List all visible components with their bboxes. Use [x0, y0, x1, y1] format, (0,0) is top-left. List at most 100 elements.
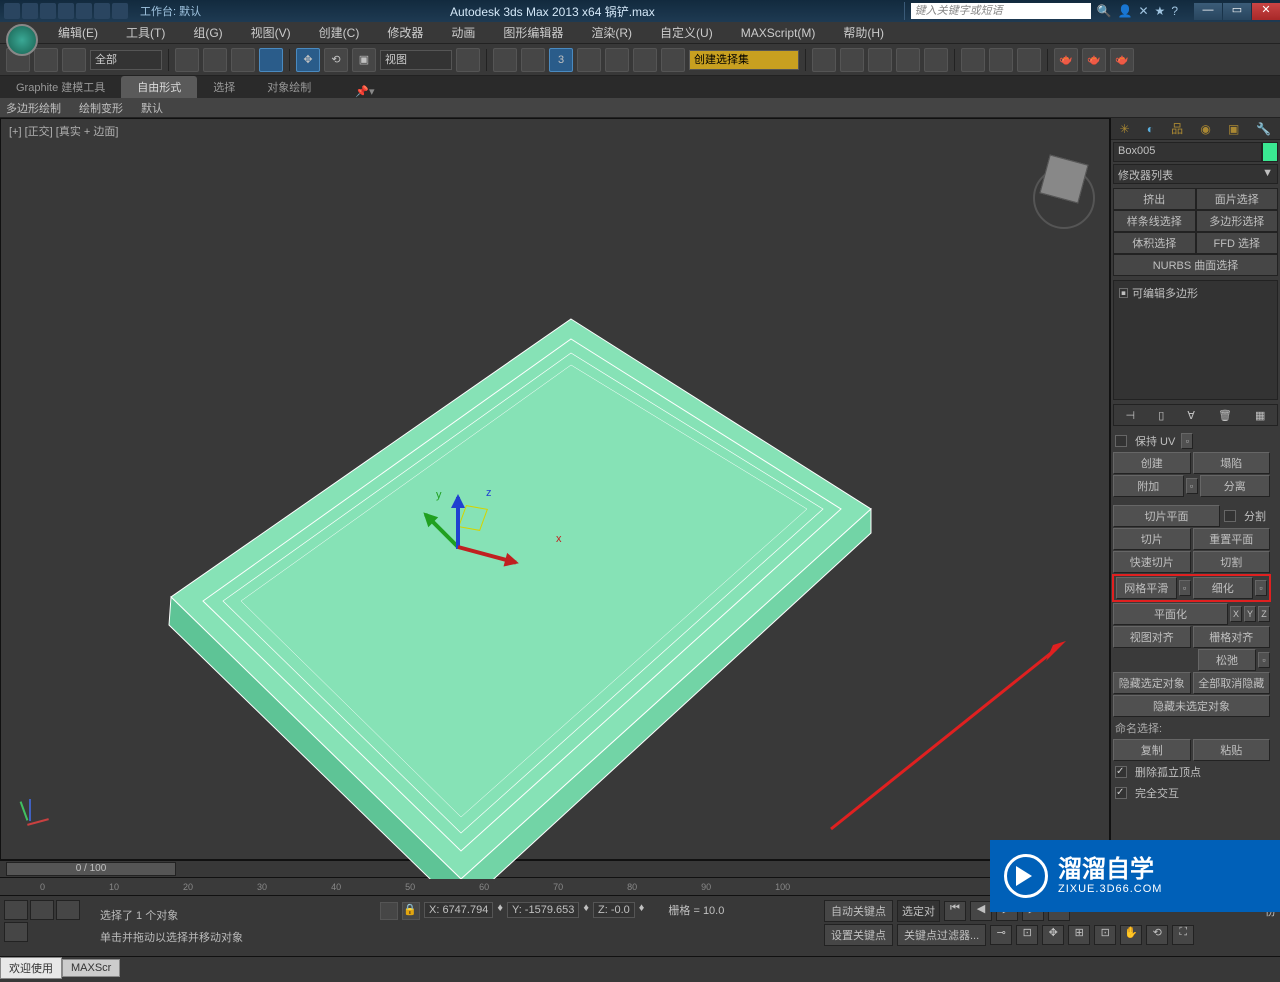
quick-slice-button[interactable]: 快速切片: [1113, 551, 1191, 573]
menu-tools[interactable]: 工具(T): [112, 24, 179, 41]
window-crossing-toggle[interactable]: [259, 48, 283, 72]
maximize-button[interactable]: ▭: [1223, 3, 1251, 20]
menu-animation[interactable]: 动画: [437, 24, 489, 41]
tab-paint[interactable]: 对象绘制: [251, 76, 327, 98]
lock-icon[interactable]: 🔒: [402, 902, 420, 920]
panel-scrollbar[interactable]: [1272, 430, 1280, 860]
y-coord[interactable]: Y: -1579.653: [507, 902, 579, 918]
tab-freeform[interactable]: 自由形式: [121, 76, 197, 98]
rotate-tool[interactable]: ⟲: [324, 48, 348, 72]
viewport-nav-icon[interactable]: ⟲: [1146, 925, 1168, 945]
display-tab-icon[interactable]: ▣: [1228, 122, 1239, 136]
viewport-nav-icon[interactable]: ⊡: [1094, 925, 1116, 945]
select-tool[interactable]: [175, 48, 199, 72]
reset-plane-button[interactable]: 重置平面: [1193, 528, 1271, 550]
menu-help[interactable]: 帮助(H): [829, 24, 898, 41]
tab-selection[interactable]: 选择: [197, 76, 251, 98]
preserve-uv-opt[interactable]: ▫: [1181, 433, 1193, 449]
menu-graph[interactable]: 图形编辑器: [489, 24, 577, 41]
selected-label[interactable]: 选定对: [897, 900, 940, 922]
qa-btn[interactable]: [22, 3, 38, 19]
z-coord[interactable]: Z: -0.0: [593, 902, 635, 918]
key-mode-icon[interactable]: ⊸: [990, 925, 1012, 945]
viewport-nav-icon[interactable]: ⛶: [1172, 925, 1194, 945]
tab-graphite[interactable]: Graphite 建模工具: [0, 76, 121, 98]
render-tool[interactable]: 🫖: [1054, 48, 1078, 72]
edit-named-sel[interactable]: [661, 48, 685, 72]
set-key-button[interactable]: 设置关键点: [824, 924, 893, 946]
manipulate-tool[interactable]: [493, 48, 517, 72]
hierarchy-tab-icon[interactable]: 品: [1171, 120, 1183, 137]
object-name-input[interactable]: Box005: [1113, 142, 1262, 162]
subtab-paintdeform[interactable]: 绘制变形: [79, 100, 123, 116]
cut-button[interactable]: 切割: [1193, 551, 1271, 573]
planarize-button[interactable]: 平面化: [1113, 603, 1228, 625]
menu-create[interactable]: 创建(C): [305, 24, 374, 41]
attach-button[interactable]: 附加: [1113, 475, 1184, 497]
move-tool[interactable]: ✥: [296, 48, 320, 72]
config-sets-icon[interactable]: ▦: [1255, 409, 1265, 422]
menu-modifiers[interactable]: 修改器: [373, 24, 437, 41]
search-icon[interactable]: 🔍: [1097, 4, 1112, 18]
keyboard-shortcut-tool[interactable]: [521, 48, 545, 72]
auto-key-button[interactable]: 自动关键点: [824, 900, 893, 922]
modifier-list-dropdown[interactable]: 修改器列表▼: [1113, 164, 1278, 184]
schematic-view-tool[interactable]: [924, 48, 948, 72]
btn-nurbs-sel[interactable]: NURBS 曲面选择: [1113, 254, 1278, 276]
time-config-icon[interactable]: ⊡: [1016, 925, 1038, 945]
prev-frame-icon[interactable]: ◀: [970, 901, 992, 921]
qa-btn[interactable]: [112, 3, 128, 19]
viewport-nav-icon[interactable]: ✥: [1042, 925, 1064, 945]
full-interactive-check[interactable]: [1115, 787, 1127, 799]
app-menu-button[interactable]: [6, 24, 38, 56]
lock-selection-icon[interactable]: [56, 900, 80, 920]
select-name-tool[interactable]: [203, 48, 227, 72]
spinner-snap-toggle[interactable]: [633, 48, 657, 72]
qa-btn[interactable]: [76, 3, 92, 19]
ref-coord-dropdown[interactable]: 视图: [380, 50, 452, 70]
slice-button[interactable]: 切片: [1113, 528, 1191, 550]
menu-maxscript[interactable]: MAXScript(M): [727, 26, 830, 40]
isolate-icon[interactable]: [30, 900, 54, 920]
planarize-y[interactable]: Y: [1244, 606, 1256, 622]
xref-icon[interactable]: [4, 922, 28, 942]
render-setup-tool[interactable]: [989, 48, 1013, 72]
named-selection-dropdown[interactable]: 创建选择集: [689, 50, 799, 70]
tessellate-opt[interactable]: ▫: [1255, 580, 1267, 596]
btn-poly-sel[interactable]: 多边形选择: [1196, 210, 1279, 232]
render-iterate-tool[interactable]: 🫖: [1082, 48, 1106, 72]
menu-views[interactable]: 视图(V): [237, 24, 305, 41]
menu-custom[interactable]: 自定义(U): [646, 24, 727, 41]
subtab-default[interactable]: 默认: [141, 100, 163, 116]
motion-tab-icon[interactable]: ◉: [1200, 122, 1210, 136]
paste-sel-button[interactable]: 粘贴: [1193, 739, 1271, 761]
copy-sel-button[interactable]: 复制: [1113, 739, 1191, 761]
help-search-input[interactable]: 键入关键字或短语: [911, 3, 1091, 19]
btn-face-sel[interactable]: 面片选择: [1196, 188, 1279, 210]
msmooth-button[interactable]: 网格平滑: [1116, 577, 1177, 599]
subtab-polydraw[interactable]: 多边形绘制: [6, 100, 61, 116]
key-filter-button[interactable]: 关键点过滤器...: [897, 924, 986, 946]
exchange-icon[interactable]: ✕: [1138, 4, 1148, 18]
relax-opt[interactable]: ▫: [1258, 652, 1270, 668]
unhide-all-button[interactable]: 全部取消隐藏: [1193, 672, 1271, 694]
detach-button[interactable]: 分离: [1200, 475, 1271, 497]
ribbon-pin-icon[interactable]: 📌▾: [355, 85, 374, 98]
minimize-button[interactable]: —: [1194, 3, 1222, 20]
create-button[interactable]: 创建: [1113, 452, 1191, 474]
qa-btn[interactable]: [40, 3, 56, 19]
collapse-button[interactable]: 塌陷: [1193, 452, 1271, 474]
tab-maxscript[interactable]: MAXScr: [62, 959, 120, 977]
btn-extrude[interactable]: 挤出: [1113, 188, 1196, 210]
snap-toggle[interactable]: 3: [549, 48, 573, 72]
make-unique-icon[interactable]: ∀: [1187, 409, 1195, 422]
btn-vol-sel[interactable]: 体积选择: [1113, 232, 1196, 254]
relax-button[interactable]: 松弛: [1198, 649, 1256, 671]
curve-editor-tool[interactable]: [896, 48, 920, 72]
create-tab-icon[interactable]: ✳: [1120, 122, 1130, 136]
btn-ffd-sel[interactable]: FFD 选择: [1196, 232, 1279, 254]
modify-tab-icon[interactable]: ◐: [1147, 122, 1154, 136]
angle-snap-toggle[interactable]: [577, 48, 601, 72]
preserve-uv-check[interactable]: [1115, 435, 1127, 447]
rect-region-tool[interactable]: [231, 48, 255, 72]
